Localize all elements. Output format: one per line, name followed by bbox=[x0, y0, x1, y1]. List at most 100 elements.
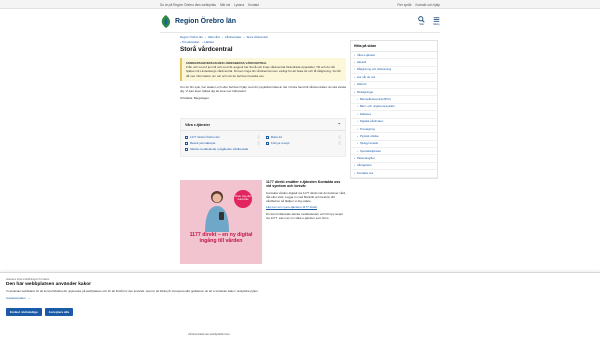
promo-link[interactable]: Läs mer om nya e-tjänsten 1177 direkt bbox=[266, 205, 346, 209]
eservice-link[interactable]: Boka tid ⓘ bbox=[266, 135, 341, 140]
top-utility-bar: Du är på Region Örebro läns webbplats Mi… bbox=[0, 0, 600, 9]
topbar-link-mitt-val[interactable]: Mitt val bbox=[220, 3, 230, 7]
chevron-right-icon: › bbox=[357, 104, 358, 109]
promo-body: Kontakta vården digitalt via 1177 direkt… bbox=[266, 190, 346, 204]
chevron-right-icon: › bbox=[354, 82, 355, 87]
topbar-link-kontakt[interactable]: Kontakt bbox=[248, 3, 259, 7]
external-link-icon bbox=[266, 142, 269, 146]
sidebar-item[interactable]: › Kontakta oss bbox=[351, 170, 437, 178]
breadcrumb-item: Stora vårdcentral bbox=[246, 35, 268, 39]
chevron-right-icon: › bbox=[354, 89, 355, 94]
external-link-icon bbox=[185, 136, 188, 140]
sidebar-item[interactable]: › Specialisttjänster bbox=[351, 148, 437, 156]
eservice-link[interactable]: 1177 direkt Örebro län ⓘ bbox=[185, 135, 260, 140]
promo-banner[interactable]: Chatt, ring eller videomöte 1177 direkt … bbox=[180, 180, 262, 264]
cookie-settings-label: Hantera dina inställningar för kakor bbox=[6, 277, 50, 281]
promo-title: 1177 direkt ersätter e-tjänsten Kontakta… bbox=[266, 180, 341, 189]
eservice-link[interactable]: Besök journalkopia ⓘ bbox=[185, 141, 260, 146]
chevron-right-icon: › bbox=[354, 74, 355, 79]
sidebar-item[interactable]: › Våra e-tjänster bbox=[351, 52, 437, 60]
on-this-page-nav: Hitta på sidan › Våra e-tjänster › Aktuell… bbox=[350, 40, 438, 179]
sidebar-item[interactable]: › Barn- och ungdomspsykiatri bbox=[351, 104, 437, 112]
chevron-right-icon: › bbox=[354, 59, 355, 64]
external-link-icon bbox=[185, 147, 188, 151]
easy-read-link[interactable]: ‹ Lättläst bbox=[202, 40, 214, 44]
sidebar-item[interactable]: › Digitala vårdmöten bbox=[351, 119, 437, 126]
sidebar-title: Hitta på sidan bbox=[351, 41, 437, 52]
intro-paragraph: Om du blir sjuk, har skador och eller be… bbox=[180, 84, 346, 94]
chevron-right-icon: › bbox=[357, 119, 358, 124]
logo-text: Region Örebro län bbox=[175, 17, 237, 25]
site-header: Region Örebro län Sök Meny bbox=[160, 10, 440, 32]
eservice-link[interactable]: Förnya recept ⓘ bbox=[266, 141, 341, 146]
info-icon[interactable]: ⓘ bbox=[338, 141, 341, 146]
notice-body: Från och med 2 juni till och med 31 augu… bbox=[186, 65, 341, 78]
sidebar-item[interactable]: › Aktuellt bbox=[351, 59, 437, 67]
promo-more: Du kan fortfarande skicka meddelanden oc… bbox=[266, 211, 344, 220]
page-title: Storå vårdcentral bbox=[180, 46, 233, 53]
promo-headline: 1177 direkt – en ny digital ingång till … bbox=[189, 232, 253, 244]
necessary-only-button[interactable]: Endast nödvändiga bbox=[6, 308, 42, 316]
cookie-banner: Hantera dina inställningar för kakor Den… bbox=[0, 272, 600, 338]
main-content: Storå vårdcentral Sommarsamverkan med Li… bbox=[180, 46, 346, 103]
topbar-link-lyssna[interactable]: Lyssna bbox=[234, 3, 244, 7]
cookie-customize-toggle[interactable]: Anpassa kakor ⌄ bbox=[6, 296, 594, 300]
person-with-phone-illustration bbox=[205, 191, 229, 232]
chevron-right-icon: › bbox=[357, 96, 358, 101]
chevron-right-icon: › bbox=[354, 67, 355, 72]
breadcrumb: Region Örebro län › Hitta vård › Vårdcentr… bbox=[180, 35, 268, 39]
info-icon[interactable]: ⓘ bbox=[257, 141, 260, 146]
cookie-title: Den här webbplatsen använder kakor bbox=[6, 282, 92, 287]
eservices-panel: Våra e-tjänster ⌃ 1177 direkt Örebro län… bbox=[180, 118, 346, 158]
sidebar-item[interactable]: › Rådgivning och tidsbokning bbox=[351, 67, 437, 75]
sidebar-item[interactable]: › Hur når du oss bbox=[351, 74, 437, 82]
sidebar-item[interactable]: › Patientavgifter bbox=[351, 155, 437, 163]
page-links: ‹ Till startsidan ‹ Lättläst bbox=[180, 40, 214, 44]
search-label: Sök bbox=[419, 23, 424, 26]
chevron-right-icon: › bbox=[354, 156, 355, 161]
cookie-description: Vi använder webbkakor för att kunna förb… bbox=[6, 289, 259, 293]
chevron-right-icon: › bbox=[354, 163, 355, 168]
breadcrumb-item[interactable]: Hitta vård bbox=[208, 35, 220, 39]
promo-badge: Chatt, ring eller videomöte bbox=[234, 190, 252, 208]
external-link-icon bbox=[266, 136, 269, 140]
topbar-link-help[interactable]: Kontakt och hjälp bbox=[416, 3, 440, 7]
header-divider bbox=[160, 32, 440, 33]
menu-button[interactable]: Meny bbox=[433, 16, 440, 26]
sidebar-item[interactable]: › Mottagningar bbox=[351, 89, 437, 97]
topbar-link-languages[interactable]: Fler språk bbox=[397, 3, 411, 7]
chevron-right-icon: › bbox=[357, 148, 358, 153]
chevron-right-icon: › bbox=[357, 126, 358, 131]
back-to-start-link[interactable]: ‹ Till startsidan bbox=[180, 40, 199, 44]
sidebar-item[interactable]: › Hitta hit bbox=[351, 82, 437, 89]
breadcrumb-item[interactable]: Vårdcentraler bbox=[225, 35, 242, 39]
sidebar-item[interactable]: › Psykisk ohälsa bbox=[351, 133, 437, 141]
topbar-site-text: Du är på Region Örebro läns webbplats bbox=[160, 3, 216, 7]
chevron-up-icon: ⌃ bbox=[337, 122, 341, 127]
accept-all-button[interactable]: Acceptera alla bbox=[44, 308, 74, 316]
chevron-right-icon: › bbox=[357, 141, 358, 146]
chevron-down-icon: ⌄ bbox=[27, 296, 31, 300]
info-icon[interactable]: ⓘ bbox=[338, 135, 341, 140]
sidebar-item[interactable]: › Barnavårdscentral (BVC) bbox=[351, 96, 437, 104]
sidebar-item[interactable]: › Diabetes bbox=[351, 111, 437, 119]
breadcrumb-item[interactable]: Region Örebro län bbox=[180, 35, 203, 39]
sidebar-item[interactable]: › Vårdgaranti bbox=[351, 163, 437, 171]
chevron-right-icon: › bbox=[357, 111, 358, 116]
chevron-right-icon: › bbox=[354, 52, 355, 57]
sidebar-item[interactable]: › Sjukgymnastik bbox=[351, 141, 437, 149]
eservice-link[interactable]: Skicka meddelande i pågående vårdkontakt bbox=[185, 147, 260, 152]
external-link-icon bbox=[185, 142, 188, 146]
menu-label: Meny bbox=[433, 23, 440, 26]
info-icon[interactable]: ⓘ bbox=[257, 135, 260, 140]
sidebar-item[interactable]: › Provtagning bbox=[351, 126, 437, 134]
site-logo[interactable]: Region Örebro län bbox=[160, 14, 236, 29]
search-button[interactable]: Sök bbox=[418, 16, 425, 26]
eservices-header[interactable]: Våra e-tjänster ⌃ bbox=[181, 119, 345, 131]
search-icon bbox=[418, 16, 425, 23]
chevron-right-icon: › bbox=[357, 133, 358, 138]
region-logo-icon bbox=[161, 14, 170, 28]
notice-box: Sommarsamverkan med Lindesbergs vårdcent… bbox=[180, 58, 346, 81]
chevron-right-icon: › bbox=[354, 170, 355, 175]
promo-description: 1177 direkt ersätter e-tjänsten Kontakta… bbox=[266, 180, 346, 220]
